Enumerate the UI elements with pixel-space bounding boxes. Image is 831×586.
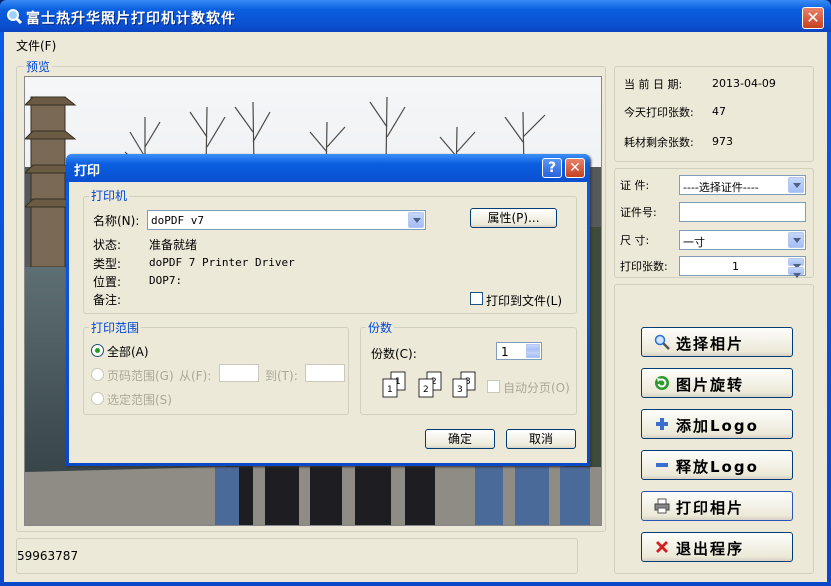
plus-icon — [656, 418, 668, 430]
add-logo-label: 添加Logo — [676, 417, 759, 435]
search-icon — [654, 334, 670, 350]
today-count-value: 47 — [712, 105, 726, 118]
spin-down-icon[interactable] — [526, 351, 540, 358]
ok-button[interactable]: 确定 — [425, 429, 495, 449]
printer-icon — [654, 498, 670, 514]
print-dialog: 打印 ? ✕ 打印机 名称(N): doPDF v7 属性(P)... 状态: … — [66, 154, 590, 466]
radio-dot — [95, 348, 100, 353]
type-value: doPDF 7 Printer Driver — [149, 256, 295, 269]
today-count-label: 今天打印张数: — [624, 106, 694, 119]
chevron-down-icon[interactable] — [408, 212, 424, 228]
print-count-spinner[interactable]: 1 — [679, 256, 806, 278]
comment-label: 备注: — [93, 293, 122, 307]
cert-select-value: ----选择证件---- — [683, 181, 759, 194]
all-radio[interactable] — [91, 344, 104, 357]
location-value: DOP7: — [149, 274, 183, 287]
certno-label: 证件号: — [620, 206, 657, 219]
menu-file[interactable]: 文件(F) — [16, 37, 56, 54]
copies-value: 1 — [501, 345, 509, 359]
size-label: 尺 寸: — [620, 234, 650, 247]
copies-label: 份数(C): — [371, 347, 417, 361]
svg-text:3: 3 — [457, 385, 463, 395]
printer-name-select[interactable]: doPDF v7 — [147, 210, 426, 230]
print-to-file-label: 打印到文件(L) — [486, 294, 563, 308]
remove-logo-label: 释放Logo — [676, 458, 759, 476]
to-label: 到(T): — [265, 369, 298, 383]
print-count-label: 打印张数: — [620, 260, 668, 273]
from-input[interactable] — [219, 364, 259, 382]
menu-bar: 文件(F) — [4, 32, 827, 56]
collate-label: 自动分页(O) — [503, 381, 570, 395]
dialog-close-icon[interactable]: ✕ — [565, 158, 585, 178]
chevron-down-icon[interactable] — [788, 177, 804, 193]
date-value: 2013-04-09 — [712, 77, 776, 90]
collate-checkbox[interactable] — [487, 380, 500, 393]
remaining-label: 耗材剩余张数: — [624, 136, 694, 149]
select-photo-button[interactable]: 选择相片 — [641, 327, 793, 357]
print-photo-label: 打印相片 — [676, 499, 745, 517]
from-label: 从(F): — [179, 369, 212, 383]
print-to-file-checkbox[interactable] — [470, 292, 483, 305]
pages-label: 页码范围(G) — [107, 369, 174, 383]
close-icon — [656, 541, 668, 553]
date-label: 当 前 日 期: — [624, 78, 683, 91]
dialog-title: 打印 — [74, 164, 101, 179]
range-group-label: 打印范围 — [89, 319, 142, 336]
status-text: 59963787 — [17, 549, 79, 563]
location-label: 位置: — [93, 275, 122, 289]
window-title: 富士热升华照片打印机计数软件 — [26, 11, 236, 27]
print-photo-button[interactable]: 打印相片 — [641, 491, 793, 521]
status-bar: 59963787 — [16, 538, 578, 574]
collate-pages-icon: 1 1 2 2 3 3 — [382, 371, 476, 398]
size-select-value: 一寸 — [683, 236, 705, 249]
dialog-body: 打印机 名称(N): doPDF v7 属性(P)... 状态: 准备就绪 类型… — [69, 182, 587, 463]
status-label: 状态: — [93, 238, 122, 252]
type-label: 类型: — [93, 257, 122, 271]
status-value: 准备就绪 — [149, 238, 198, 252]
spin-up-icon[interactable] — [788, 258, 804, 269]
pages-radio[interactable] — [91, 368, 104, 381]
select-photo-label: 选择相片 — [676, 335, 745, 353]
remove-logo-button[interactable]: 释放Logo — [641, 450, 793, 480]
exit-label: 退出程序 — [676, 540, 745, 558]
cert-select[interactable]: ----选择证件---- — [679, 175, 806, 195]
preview-label: 预览 — [24, 58, 53, 75]
minus-icon — [656, 463, 668, 467]
svg-text:2: 2 — [423, 385, 429, 395]
certno-input[interactable] — [679, 202, 806, 222]
add-logo-button[interactable]: 添加Logo — [641, 409, 793, 439]
rotate-image-button[interactable]: 图片旋转 — [641, 368, 793, 398]
app-search-icon — [7, 9, 22, 24]
all-label: 全部(A) — [107, 345, 149, 359]
printer-group-label: 打印机 — [89, 187, 130, 204]
svg-text:1: 1 — [387, 385, 393, 395]
help-icon[interactable]: ? — [542, 158, 562, 178]
copies-group-label: 份数 — [366, 319, 395, 336]
cert-label: 证 件: — [620, 179, 650, 192]
size-select[interactable]: 一寸 — [679, 230, 806, 250]
cancel-button[interactable]: 取消 — [506, 429, 576, 449]
printer-name-value: doPDF v7 — [151, 214, 204, 227]
chevron-down-icon[interactable] — [788, 232, 804, 248]
dialog-title-bar[interactable]: 打印 ? ✕ — [66, 154, 590, 182]
spin-up-icon[interactable] — [526, 344, 540, 351]
spin-down-icon[interactable] — [788, 267, 804, 278]
selection-label: 选定范围(S) — [107, 393, 172, 407]
selection-radio[interactable] — [91, 392, 104, 405]
name-label: 名称(N): — [93, 214, 140, 228]
rotate-icon — [655, 376, 669, 390]
title-bar[interactable]: 富士热升华照片打印机计数软件 ✕ — [0, 0, 831, 32]
print-count-value: 1 — [732, 260, 739, 273]
to-input[interactable] — [305, 364, 345, 382]
copies-spinner[interactable]: 1 — [496, 342, 542, 360]
properties-button[interactable]: 属性(P)... — [470, 208, 557, 228]
exit-button[interactable]: 退出程序 — [641, 532, 793, 562]
rotate-image-label: 图片旋转 — [676, 376, 745, 394]
remaining-value: 973 — [712, 135, 733, 148]
close-icon[interactable]: ✕ — [802, 7, 824, 29]
